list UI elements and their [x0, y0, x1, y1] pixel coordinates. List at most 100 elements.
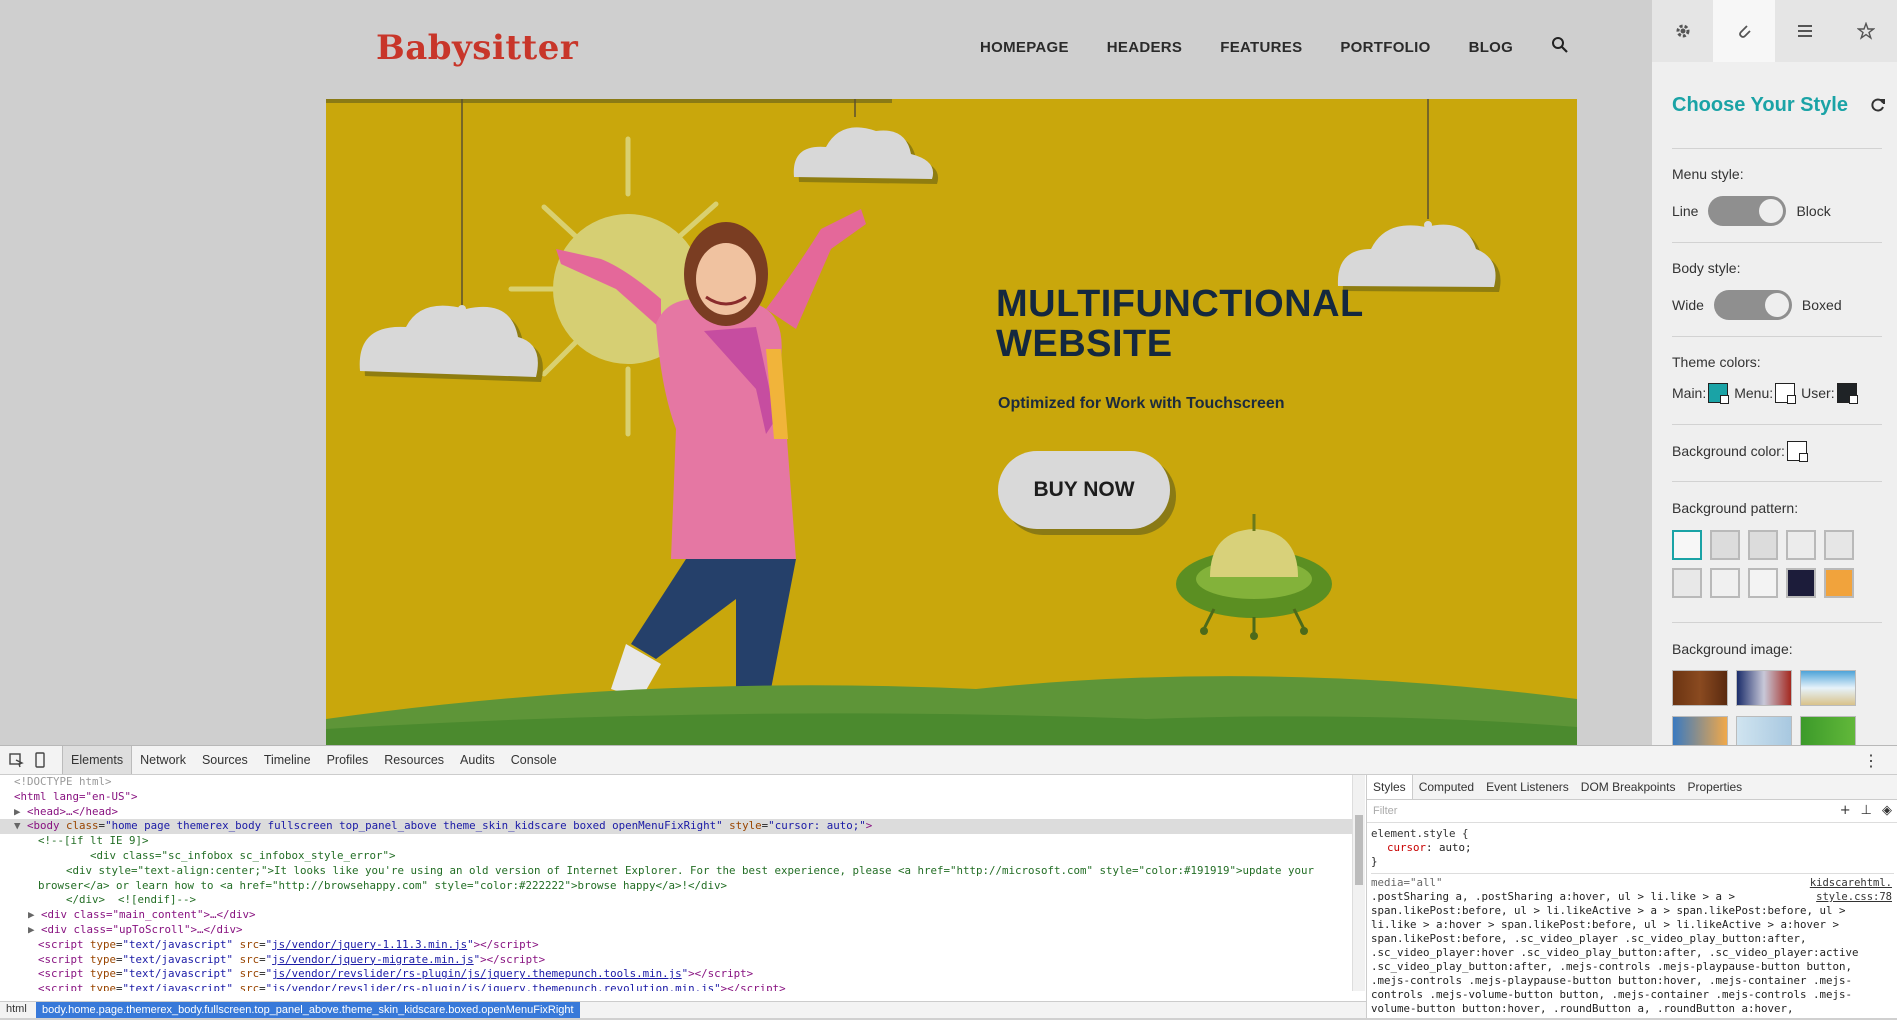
stylesheet-source-link-line[interactable]: style.css:78: [1816, 890, 1892, 904]
sidepane-tab-event-listeners[interactable]: Event Listeners: [1480, 775, 1575, 799]
scrollbar-thumb[interactable]: [1355, 815, 1363, 885]
panel-tab-menu[interactable]: [1774, 0, 1836, 62]
script-src-link[interactable]: js/vendor/jquery-1.11.3.min.js: [272, 938, 467, 951]
script-src-link[interactable]: js/vendor/revslider/rs-plugin/js/jquery.…: [272, 982, 714, 991]
sidepane-tab-dom-breakpoints[interactable]: DOM Breakpoints: [1575, 775, 1682, 799]
background-pattern-label: Background pattern:: [1672, 500, 1799, 516]
rule-selector-line: .sc_video_player:hover .sc_video_play_bu…: [1371, 946, 1859, 959]
refresh-icon[interactable]: [1870, 97, 1886, 113]
pattern-option[interactable]: [1786, 530, 1816, 560]
dom-line-html[interactable]: <html lang="en-US">: [0, 790, 1352, 805]
toggle-state-icon[interactable]: ◈: [1882, 803, 1892, 818]
devtools-tab-console[interactable]: Console: [503, 746, 565, 774]
website-viewport: Babysitter HOMEPAGE HEADERS FEATURES POR…: [0, 0, 1652, 745]
pattern-option[interactable]: [1824, 568, 1854, 598]
dom-line-doctype[interactable]: <!DOCTYPE html>: [0, 775, 1352, 790]
script-src-link[interactable]: js/vendor/jquery-migrate.min.js: [272, 953, 474, 966]
dom-line-script[interactable]: <script type="text/javascript" src="js/v…: [0, 938, 1352, 953]
dom-line-infobox[interactable]: <div class="sc_infobox sc_infobox_style_…: [0, 849, 1352, 864]
dom-tree-scrollbar[interactable]: [1352, 775, 1365, 991]
nav-homepage[interactable]: HOMEPAGE: [980, 39, 1069, 56]
background-image-option[interactable]: [1800, 670, 1856, 706]
rule-selector-line: .sc_video_play_button:after, .mejs-contr…: [1371, 960, 1853, 973]
background-color-swatch[interactable]: [1786, 441, 1808, 462]
dom-line-head[interactable]: ▶ <head>…</head>: [0, 805, 1352, 820]
dom-line-script[interactable]: <script type="text/javascript" src="js/v…: [0, 967, 1352, 982]
background-image-option[interactable]: [1736, 670, 1792, 706]
dom-line-script[interactable]: <script type="text/javascript" src="js/v…: [0, 982, 1352, 991]
buy-now-button[interactable]: BUY NOW: [998, 451, 1170, 529]
panel-tab-favorites[interactable]: [1835, 0, 1897, 62]
inspect-element-icon[interactable]: [8, 752, 24, 768]
devtools-panel: Elements Network Sources Timeline Profil…: [0, 745, 1897, 1018]
menu-style-toggle[interactable]: [1708, 196, 1787, 226]
body-style-toggle[interactable]: [1713, 290, 1792, 320]
devtools-tab-timeline[interactable]: Timeline: [256, 746, 319, 774]
devtools-tab-network[interactable]: Network: [132, 746, 194, 774]
pattern-option[interactable]: [1786, 568, 1816, 598]
stylesheet-source-link[interactable]: kidscarehtml.: [1810, 876, 1892, 890]
search-icon[interactable]: [1551, 36, 1569, 54]
dom-line-conditional[interactable]: <!--[if lt IE 9]>: [0, 834, 1352, 849]
devtools-tab-sources[interactable]: Sources: [194, 746, 256, 774]
css-value[interactable]: auto;: [1439, 841, 1472, 854]
dom-tree[interactable]: <!DOCTYPE html> <html lang="en-US"> ▶ <h…: [0, 775, 1352, 991]
ufo-illustration: [1176, 514, 1332, 640]
breadcrumb-body-selected[interactable]: body.home.page.themerex_body.fullscreen.…: [36, 1002, 580, 1018]
dom-line-ie-warning[interactable]: <div style="text-align:center;">It looks…: [0, 864, 1352, 879]
background-image-option[interactable]: [1736, 716, 1792, 745]
main-color-swatch[interactable]: [1708, 383, 1730, 404]
background-image-option[interactable]: [1672, 670, 1728, 706]
pattern-option[interactable]: [1672, 568, 1702, 598]
devtools-tab-profiles[interactable]: Profiles: [319, 746, 377, 774]
collapse-arrow-icon[interactable]: ▼: [14, 819, 27, 832]
menu-color-swatch[interactable]: [1775, 383, 1797, 404]
dom-line-body-selected[interactable]: ▼ <body class="home page themerex_body f…: [0, 819, 1352, 835]
divider: [1672, 424, 1882, 425]
element-style-declaration[interactable]: cursor: auto;: [1371, 841, 1894, 855]
main-nav: HOMEPAGE HEADERS FEATURES PORTFOLIO BLOG: [980, 36, 1569, 56]
css-property[interactable]: cursor: [1387, 841, 1426, 854]
nav-blog[interactable]: BLOG: [1469, 39, 1514, 56]
devtools-tab-elements[interactable]: Elements: [62, 746, 133, 774]
more-options-icon[interactable]: ⋮: [1863, 751, 1879, 771]
sidepane-tab-properties[interactable]: Properties: [1681, 775, 1748, 799]
device-mode-icon[interactable]: [32, 752, 48, 768]
nav-headers[interactable]: HEADERS: [1107, 39, 1182, 56]
body-style-boxed-label: Boxed: [1801, 297, 1842, 313]
dom-line-ie-warning-cont[interactable]: browser</a> or learn how to <a href="htt…: [0, 879, 1352, 894]
site-logo[interactable]: Babysitter: [376, 28, 578, 68]
dom-line-endif[interactable]: </div> <![endif]-->: [0, 893, 1352, 908]
pattern-option[interactable]: [1824, 530, 1854, 560]
background-image-option[interactable]: [1672, 716, 1728, 745]
nav-features[interactable]: FEATURES: [1220, 39, 1302, 56]
pattern-option[interactable]: [1710, 530, 1740, 560]
dom-line-main-content[interactable]: ▶ <div class="main_content">…</div>: [0, 908, 1352, 923]
body-style-value: cursor: auto;: [774, 819, 860, 833]
pattern-option[interactable]: [1672, 530, 1702, 560]
user-color-swatch[interactable]: [1836, 383, 1858, 404]
toggle-knob: [1759, 199, 1784, 223]
pattern-option[interactable]: [1710, 568, 1740, 598]
new-rule-icon[interactable]: +: [1840, 803, 1851, 818]
script-src-link[interactable]: js/vendor/revslider/rs-plugin/js/jquery.…: [272, 967, 682, 980]
styles-filter-input[interactable]: [1371, 802, 1795, 820]
dom-line-up-to-scroll[interactable]: ▶ <div class="upToScroll">…</div>: [0, 923, 1352, 938]
devtools-tab-resources[interactable]: Resources: [376, 746, 452, 774]
pin-icon[interactable]: ⊥: [1861, 803, 1872, 818]
breadcrumb-html[interactable]: html: [6, 1003, 27, 1015]
pattern-option[interactable]: [1748, 568, 1778, 598]
dom-line-script[interactable]: <script type="text/javascript" src="js/v…: [0, 953, 1352, 968]
background-image-option[interactable]: [1800, 716, 1856, 745]
expand-arrow-icon[interactable]: ▶: [28, 908, 41, 921]
panel-tab-settings[interactable]: [1652, 0, 1714, 62]
devtools-tab-audits[interactable]: Audits: [452, 746, 503, 774]
nav-portfolio[interactable]: PORTFOLIO: [1340, 39, 1430, 56]
rule-selector-line: li.like > a:hover > span.likePost:before…: [1371, 918, 1840, 931]
pattern-option[interactable]: [1748, 530, 1778, 560]
expand-arrow-icon[interactable]: ▶: [14, 805, 27, 818]
expand-arrow-icon[interactable]: ▶: [28, 923, 41, 936]
sidepane-tab-computed[interactable]: Computed: [1413, 775, 1480, 799]
panel-tab-attachment[interactable]: [1713, 0, 1775, 62]
sidepane-tab-styles[interactable]: Styles: [1367, 775, 1413, 799]
